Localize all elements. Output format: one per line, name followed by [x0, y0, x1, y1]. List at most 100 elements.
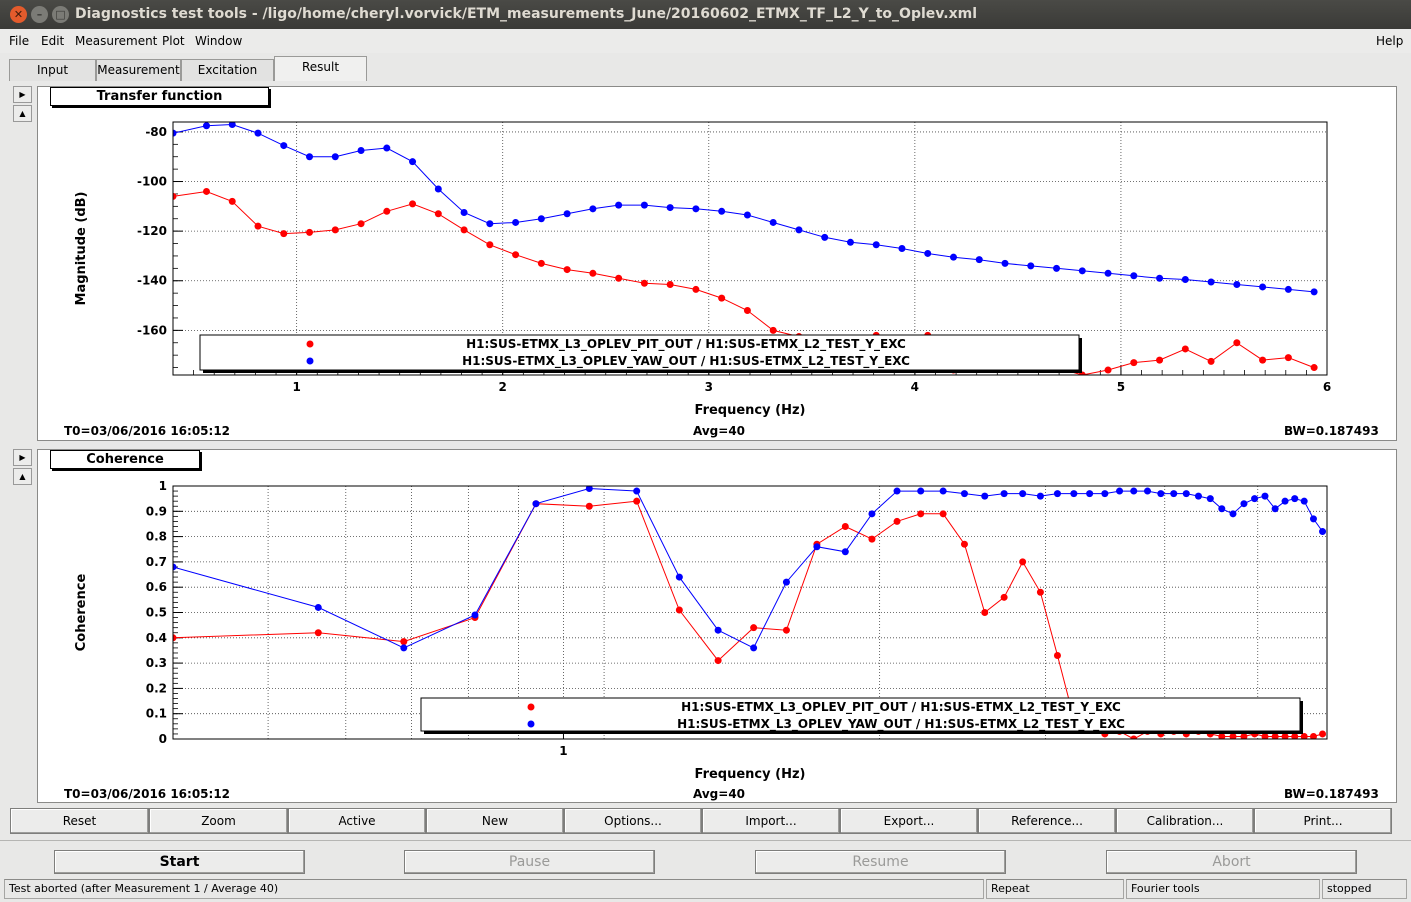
data-point [633, 487, 641, 495]
options-button[interactable]: Options... [564, 808, 702, 834]
data-point [893, 517, 901, 525]
import-button[interactable]: Import... [702, 808, 840, 834]
t0-label: T0=03/06/2016 16:05:12 [64, 787, 231, 801]
x-tick-label: 6 [1323, 380, 1331, 394]
data-point [1104, 366, 1112, 374]
data-point [1157, 490, 1165, 498]
data-point [1310, 288, 1318, 296]
data-point [589, 205, 597, 213]
tab-input[interactable]: Input [9, 59, 96, 81]
data-point [512, 251, 520, 259]
pause-button[interactable]: Pause [404, 850, 655, 874]
data-point [1194, 492, 1202, 500]
data-point [640, 279, 648, 287]
separator [0, 840, 1411, 841]
tab-excitation[interactable]: Excitation [181, 59, 274, 81]
reference-button[interactable]: Reference... [978, 808, 1116, 834]
data-point [589, 269, 597, 277]
data-point [280, 142, 288, 150]
data-point [743, 307, 751, 315]
data-point [434, 210, 442, 218]
y-tick-label: -80 [145, 125, 167, 139]
menu-plot[interactable]: Plot [162, 34, 185, 48]
data-point [563, 266, 571, 274]
panel1-expand-icon[interactable]: ▶ [13, 86, 32, 103]
legend-marker [527, 720, 535, 728]
data-point [615, 274, 623, 282]
y-tick-label: 0.9 [146, 504, 167, 518]
menu-measurement[interactable]: Measurement [75, 34, 157, 48]
data-point [960, 540, 968, 548]
data-point [1310, 364, 1318, 372]
status-bar: Test aborted (after Measurement 1 / Aver… [0, 879, 1411, 902]
transfer-function-panel: -80 -100 -120 -140 -160 1 2 3 4 5 6 Frequency (Hz) M… [37, 86, 1397, 441]
data-point [675, 573, 683, 581]
data-point [615, 201, 623, 209]
data-point [1027, 262, 1035, 270]
tab-result[interactable]: Result [274, 56, 367, 81]
zoom-button[interactable]: Zoom [149, 808, 288, 834]
data-point [714, 626, 722, 634]
legend-marker [306, 340, 314, 348]
transfer-function-plot[interactable]: -80 -100 -120 -140 -160 1 2 3 4 5 6 Frequency (Hz) M… [38, 87, 1396, 440]
coherence-plot[interactable]: 0 0.1 0.2 0.3 0.4 0.5 0.6 0.7 0.8 0.9 1 1 Frequency … [38, 450, 1396, 802]
data-point [692, 285, 700, 293]
panel2-expand-icon[interactable]: ▶ [13, 449, 32, 466]
data-point [718, 207, 726, 215]
menu-edit[interactable]: Edit [41, 34, 64, 48]
data-point [1284, 354, 1292, 362]
panel2-collapse-icon[interactable]: ▲ [13, 468, 32, 485]
export-button[interactable]: Export... [840, 808, 978, 834]
data-point [981, 609, 989, 616]
data-point [357, 147, 365, 155]
data-point [1116, 487, 1124, 495]
reset-button[interactable]: Reset [10, 808, 149, 834]
data-point [743, 211, 751, 219]
data-point [666, 204, 674, 212]
menu-file[interactable]: File [9, 34, 29, 48]
data-point [846, 238, 854, 246]
data-point [486, 241, 494, 249]
data-point [331, 153, 339, 161]
y-tick-label: 0.6 [146, 580, 167, 594]
menu-window[interactable]: Window [195, 34, 242, 48]
data-point [585, 502, 593, 510]
menu-help[interactable]: Help [1376, 34, 1403, 48]
data-point [486, 220, 494, 228]
data-point [692, 205, 700, 213]
legend-entry: H1:SUS-ETMX_L3_OPLEV_YAW_OUT / H1:SUS-ET… [462, 354, 910, 369]
data-point [1181, 345, 1189, 353]
new-button[interactable]: New [426, 808, 564, 834]
calibration-button[interactable]: Calibration... [1116, 808, 1254, 834]
data-point [813, 543, 821, 551]
maximize-window-icon[interactable]: □ [52, 6, 69, 23]
panel1-collapse-icon[interactable]: ▲ [13, 105, 32, 122]
data-point [718, 294, 726, 302]
resume-button[interactable]: Resume [755, 850, 1006, 874]
close-window-icon[interactable]: ✕ [10, 6, 27, 23]
data-point [1251, 495, 1259, 503]
data-point [1207, 278, 1215, 286]
tab-measurement[interactable]: Measurement [96, 59, 181, 81]
data-point [1019, 558, 1027, 566]
y-tick-label: 0.5 [146, 606, 167, 620]
data-point [1053, 652, 1061, 660]
x-axis-label: Frequency (Hz) [695, 767, 806, 782]
data-point [675, 606, 683, 614]
legend-entry: H1:SUS-ETMX_L3_OPLEV_YAW_OUT / H1:SUS-ET… [677, 717, 1125, 732]
data-point [1156, 356, 1164, 364]
data-point [537, 259, 545, 267]
data-point [821, 233, 829, 241]
y-tick-label: 0.3 [146, 656, 167, 670]
minimize-window-icon[interactable]: – [31, 6, 48, 23]
start-button[interactable]: Start [54, 850, 305, 874]
print-button[interactable]: Print... [1254, 808, 1392, 834]
abort-button[interactable]: Abort [1106, 850, 1357, 874]
active-button[interactable]: Active [288, 808, 426, 834]
avg-label: Avg=40 [693, 787, 746, 801]
data-point [1053, 490, 1061, 498]
data-point [640, 201, 648, 209]
data-point [975, 256, 983, 264]
x-tick-label: 1 [292, 380, 300, 394]
data-point [537, 215, 545, 223]
